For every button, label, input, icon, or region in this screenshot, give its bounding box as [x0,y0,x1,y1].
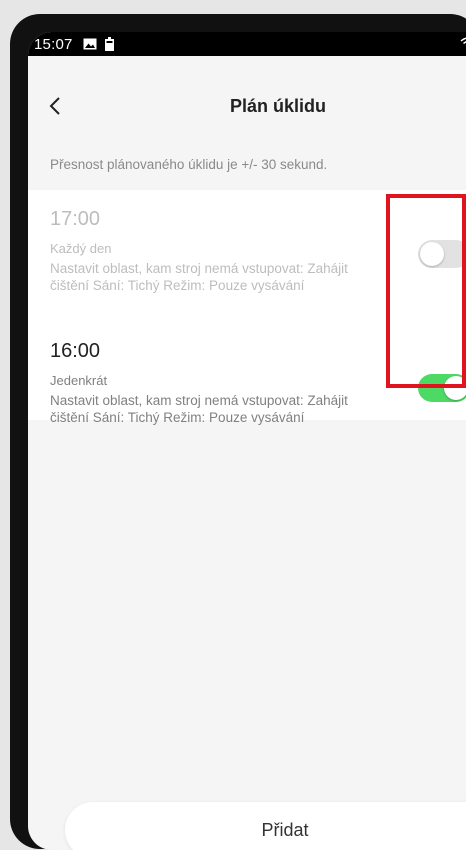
schedule-frequency: Každý den [50,241,112,256]
schedule-toggle-1700[interactable] [418,240,466,268]
accuracy-notice: Přesnost plánovaného úklidu je +/- 30 se… [50,157,328,172]
battery-icon [104,37,114,51]
schedule-list: 17:00 Každý den Nastavit oblast, kam str… [28,190,466,425]
schedule-time: 16:00 [50,340,101,362]
page-title: Plán úklidu [229,96,326,116]
schedule-time: 17:00 [50,208,101,230]
toggle-knob [444,376,466,400]
status-bar: 15:07 [28,32,466,56]
add-schedule-button[interactable]: Přidat [65,802,466,850]
image-icon [83,38,97,50]
schedule-toggle-1600[interactable] [418,374,466,402]
schedule-item-1600[interactable]: 16:00 Jedenkrát Nastavit oblast, kam str… [50,340,410,426]
nav-header: Plán úklidu [28,56,466,138]
status-time: 15:07 [34,35,73,53]
wifi-icon [460,37,466,55]
app-screen: 15:07 Plán úklidu Přesnost plánovaného ú… [28,32,466,850]
phone-frame: 15:07 Plán úklidu Přesnost plánovaného ú… [10,14,466,850]
toggle-knob [420,242,444,266]
schedule-description: Nastavit oblast, kam stroj nemá vstupova… [50,261,348,293]
schedule-frequency: Jedenkrát [50,373,108,388]
schedule-description: Nastavit oblast, kam stroj nemá vstupova… [50,393,348,425]
schedule-item-1700[interactable]: 17:00 Každý den Nastavit oblast, kam str… [50,208,410,294]
